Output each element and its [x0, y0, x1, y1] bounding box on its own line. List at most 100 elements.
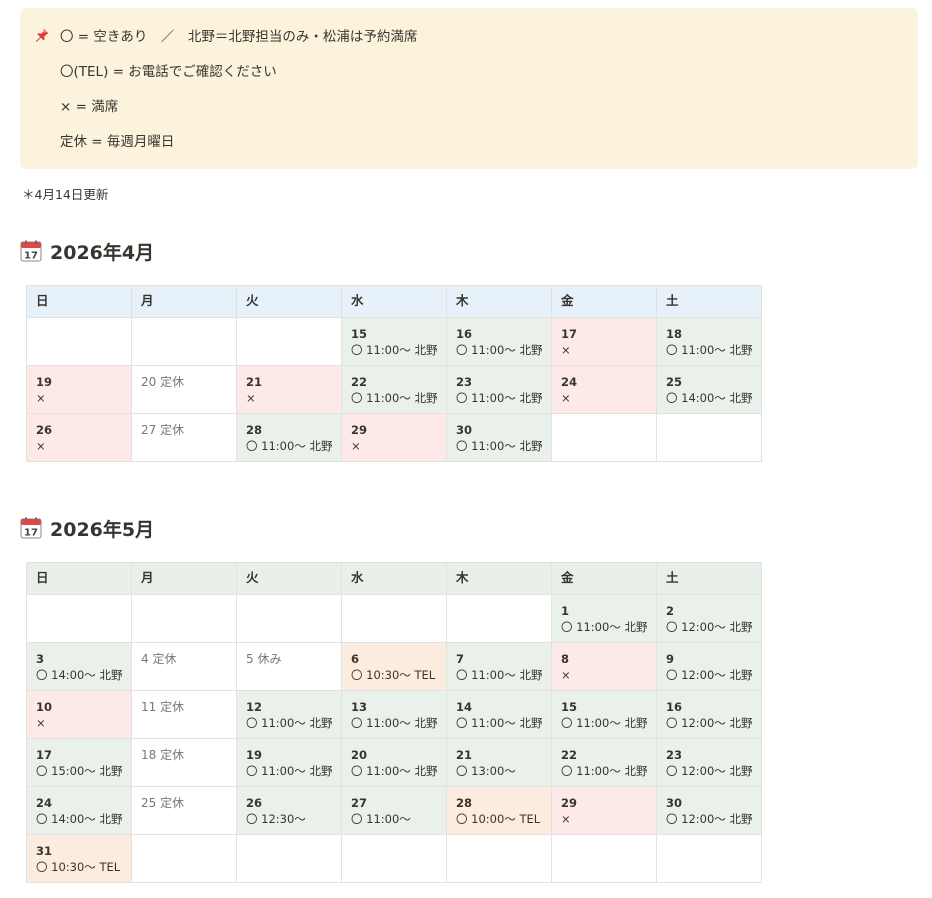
- april-title: 2026年4月: [50, 241, 155, 264]
- calendar-day-cell: [131, 317, 237, 366]
- calendar-day-cell: 15 〇 11:00〜 北野: [341, 317, 447, 366]
- day-number: 30: [666, 796, 683, 810]
- calendar-day-cell: [26, 317, 132, 366]
- weekday-header: 土: [656, 285, 762, 318]
- day-number: 16: [456, 327, 473, 341]
- calendar-day-cell: 20 〇 11:00〜 北野: [341, 738, 447, 787]
- day-number: 21: [246, 375, 263, 389]
- day-number: 29: [351, 423, 368, 437]
- calendar-day-cell: 17 ×: [551, 317, 657, 366]
- calendar-day-cell: 3 〇 14:00〜 北野: [26, 642, 132, 691]
- day-number: 2: [666, 604, 675, 618]
- calendar-day-cell: 6 〇 10:30〜 TEL: [341, 642, 447, 691]
- legend-line-available: 〇 = 空きあり ／ 北野＝北野担当のみ・松浦は予約満席: [60, 29, 418, 45]
- calendar-day-cell: 23 〇 11:00〜 北野: [446, 365, 552, 414]
- day-number: 29: [561, 796, 578, 810]
- calendar-day-cell: 5 休み: [236, 642, 342, 691]
- day-number: 3: [36, 652, 45, 666]
- calendar-day-cell: 27 〇 11:00〜: [341, 786, 447, 835]
- day-status: 〇 11:00〜 北野: [246, 764, 333, 778]
- calendar-day-cell: 13 〇 11:00〜 北野: [341, 690, 447, 739]
- day-status: 〇 12:00〜 北野: [666, 812, 753, 826]
- day-number: 27: [351, 796, 368, 810]
- day-number: 6: [351, 652, 360, 666]
- calendar-day-cell: 23 〇 12:00〜 北野: [656, 738, 762, 787]
- day-status: ×: [36, 391, 46, 405]
- day-status: ×: [561, 668, 571, 682]
- calendar-icon: 17: [20, 240, 42, 262]
- day-status: ×: [561, 343, 571, 357]
- weekday-header: 火: [236, 562, 342, 595]
- calendar-day-cell: 1 〇 11:00〜 北野: [551, 594, 657, 643]
- weekday-header: 水: [341, 562, 447, 595]
- calendar-week-row: 31 〇 10:30〜 TEL: [26, 834, 762, 883]
- day-number: 17: [561, 327, 578, 341]
- calendar-week-row: 3 〇 14:00〜 北野 4 定休 5 休み 6 〇 10:30〜 TEL 7 〇 11:0…: [26, 642, 762, 691]
- calendar-day-cell: 4 定休: [131, 642, 237, 691]
- calendar-day-cell: 26 〇 12:30〜: [236, 786, 342, 835]
- day-number: 23: [456, 375, 473, 389]
- legend-line-closed: 定休 = 毎週月曜日: [60, 134, 175, 150]
- day-status: ×: [246, 391, 256, 405]
- day-status: 〇 11:00〜 北野: [351, 391, 438, 405]
- day-number: 16: [666, 700, 683, 714]
- calendar-day-cell: 18 〇 11:00〜 北野: [656, 317, 762, 366]
- day-status: 〇 10:30〜 TEL: [36, 860, 121, 874]
- calendar-day-cell: 7 〇 11:00〜 北野: [446, 642, 552, 691]
- day-status: 〇 12:00〜 北野: [666, 764, 753, 778]
- calendar-week-row: 10 × 11 定休 12 〇 11:00〜 北野 13 〇 11:00〜 北野 14 〇 11…: [26, 690, 762, 739]
- calendar-icon: 17: [20, 517, 42, 539]
- calendar-day-cell: 14 〇 11:00〜 北野: [446, 690, 552, 739]
- day-status: 〇 11:00〜 北野: [456, 668, 543, 682]
- calendar-week-row: 15 〇 11:00〜 北野 16 〇 11:00〜 北野 17 × 18 〇 11:00〜 …: [26, 317, 762, 366]
- day-status: 〇 12:00〜 北野: [666, 668, 753, 682]
- day-status: 〇 11:00〜 北野: [351, 764, 438, 778]
- weekday-header: 木: [446, 562, 552, 595]
- day-number: 12: [246, 700, 263, 714]
- update-note: ＊4月14日更新: [22, 187, 109, 202]
- day-number: 18: [666, 327, 683, 341]
- day-status: 〇 11:00〜 北野: [456, 343, 543, 357]
- calendar-day-cell: 28 〇 10:00〜 TEL: [446, 786, 552, 835]
- weekday-header: 日: [26, 562, 132, 595]
- day-status: ×: [561, 812, 571, 826]
- calendar-day-cell: 15 〇 11:00〜 北野: [551, 690, 657, 739]
- day-number: 22: [351, 375, 368, 389]
- calendar-week-row: 26 × 27 定休 28 〇 11:00〜 北野 29 × 30 〇 11:00〜 北野: [26, 413, 762, 462]
- weekday-header: 日: [26, 285, 132, 318]
- day-number: 14: [456, 700, 473, 714]
- calendar-day-cell: 21 ×: [236, 365, 342, 414]
- calendar-day-cell: 9 〇 12:00〜 北野: [656, 642, 762, 691]
- calendar-day-cell: 29 ×: [551, 786, 657, 835]
- day-number: 15: [351, 327, 368, 341]
- calendar-day-cell: [446, 834, 552, 883]
- calendar-day-cell: [656, 413, 762, 462]
- calendar-day-cell: [236, 594, 342, 643]
- april-calendar-table: 日月火水木金土 15 〇 11:00〜 北野 16 〇 11:00〜 北野 17 × 18 〇…: [26, 285, 762, 462]
- day-number: 26: [246, 796, 263, 810]
- day-number: 24: [561, 375, 578, 389]
- day-number: 31: [36, 844, 53, 858]
- day-number: 25: [666, 375, 683, 389]
- calendar-day-cell: 21 〇 13:00〜: [446, 738, 552, 787]
- calendar-week-row: 19 × 20 定休 21 × 22 〇 11:00〜 北野 23 〇 11:00〜 北野 24 ×…: [26, 365, 762, 414]
- calendar-day-cell: [131, 834, 237, 883]
- day-number: 1: [561, 604, 570, 618]
- day-status: 〇 11:00〜 北野: [666, 343, 753, 357]
- calendar-day-cell: 30 〇 11:00〜 北野: [446, 413, 552, 462]
- calendar-day-cell: [26, 594, 132, 643]
- day-status: 〇 11:00〜 北野: [456, 439, 543, 453]
- day-number: 23: [666, 748, 683, 762]
- day-number: 9: [666, 652, 675, 666]
- day-number: 10: [36, 700, 53, 714]
- april-heading: 17 2026年4月: [20, 238, 154, 264]
- calendar-week-row: 17 〇 15:00〜 北野 18 定休 19 〇 11:00〜 北野 20 〇 11:00…: [26, 738, 762, 787]
- day-number: 13: [351, 700, 368, 714]
- day-number: 28: [246, 423, 263, 437]
- day-number: 19: [36, 375, 53, 389]
- day-number: 30: [456, 423, 473, 437]
- day-number: 20 定休: [141, 375, 185, 389]
- day-number: 25 定休: [141, 796, 185, 810]
- weekday-header: 金: [551, 562, 657, 595]
- calendar-day-cell: 17 〇 15:00〜 北野: [26, 738, 132, 787]
